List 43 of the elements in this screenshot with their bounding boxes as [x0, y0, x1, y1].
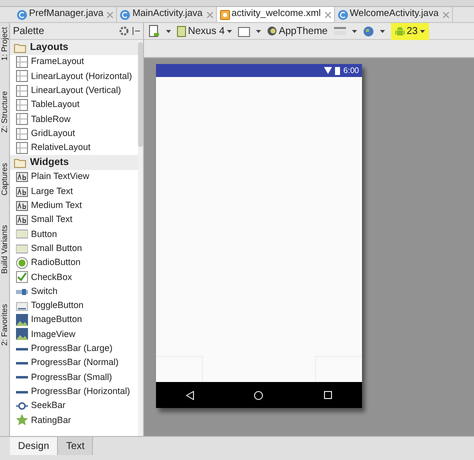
- tool-window-button[interactable]: 2: Favorites: [0, 304, 9, 346]
- palette-group-header[interactable]: Layouts: [10, 40, 138, 55]
- view-tab[interactable]: Text: [58, 437, 94, 455]
- palette-title: Palette: [13, 24, 44, 38]
- palette-item[interactable]: Medium Text: [10, 198, 138, 213]
- palette-item[interactable]: LinearLayout (Vertical): [10, 84, 138, 98]
- palette-item[interactable]: ProgressBar (Normal): [10, 356, 138, 370]
- palette-item[interactable]: Small Button: [10, 242, 138, 256]
- status-time: 6:00: [343, 64, 359, 76]
- palette-item[interactable]: Plain TextView: [10, 170, 138, 184]
- palette-item[interactable]: Small Text: [10, 212, 138, 228]
- palette-item[interactable]: Button: [10, 227, 138, 242]
- palette-item[interactable]: GridLayout: [10, 126, 138, 141]
- palette-item[interactable]: FrameLayout: [10, 55, 138, 70]
- palette-item[interactable]: CheckBox: [10, 270, 138, 284]
- palette-item[interactable]: ProgressBar (Large): [10, 342, 138, 356]
- palette-item[interactable]: ProgressBar (Small): [10, 370, 138, 385]
- api-level-dropdown[interactable]: 23: [390, 22, 429, 40]
- palette-item[interactable]: SeekBar: [10, 398, 138, 414]
- editor-tab[interactable]: PrefManager.java: [14, 7, 118, 22]
- tool-window-button[interactable]: 1: Project: [0, 27, 9, 61]
- palette-item[interactable]: RatingBar: [10, 413, 138, 428]
- device-dropdown[interactable]: Nexus 4: [177, 24, 232, 38]
- tool-window-button[interactable]: Captures: [0, 162, 9, 196]
- tool-window-button[interactable]: Build Variants: [0, 225, 9, 274]
- view-tab[interactable]: Design: [10, 437, 58, 455]
- palette-item[interactable]: RadioButton: [10, 256, 138, 270]
- tool-window-button[interactable]: Z: Structure: [0, 90, 9, 133]
- palette-group-header[interactable]: Widgets: [10, 155, 138, 170]
- palette-item[interactable]: Switch: [10, 284, 138, 299]
- theme-dropdown[interactable]: AppTheme: [266, 24, 328, 38]
- palette-item[interactable]: ProgressBar (Horizontal): [10, 384, 138, 399]
- palette-item[interactable]: RelativeLayout: [10, 140, 138, 156]
- editor-tab[interactable]: WelcomeActivity.java: [334, 7, 453, 22]
- palette-item[interactable]: TableLayout: [10, 98, 138, 112]
- palette-item[interactable]: LinearLayout (Horizontal): [10, 69, 138, 84]
- palette-item[interactable]: TableRow: [10, 112, 138, 126]
- palette-item[interactable]: ImageView: [10, 327, 138, 342]
- palette-item[interactable]: Large Text: [10, 184, 138, 199]
- palette-item[interactable]: ToggleButton: [10, 298, 138, 314]
- editor-tab[interactable]: MainActivity.java: [117, 7, 217, 22]
- palette-item[interactable]: ImageButton: [10, 313, 138, 328]
- editor-tab[interactable]: activity_welcome.xml: [216, 7, 335, 22]
